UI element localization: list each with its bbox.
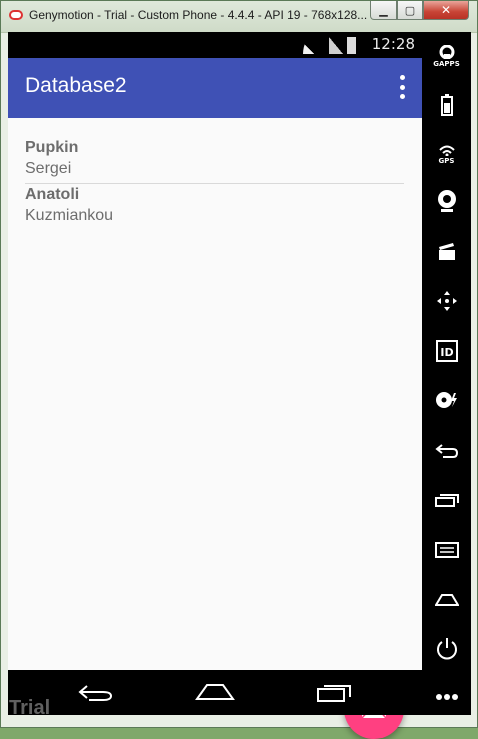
last-name: Sergei — [25, 160, 72, 177]
clapperboard-icon — [438, 243, 455, 260]
recent-tool-button[interactable] — [422, 482, 471, 518]
menu-tool-button[interactable] — [422, 532, 471, 568]
app-logo-icon — [9, 10, 23, 20]
home-tool-button[interactable] — [422, 582, 471, 618]
disk-io-button[interactable] — [422, 382, 471, 418]
battery-icon — [347, 37, 356, 54]
signal-icon — [329, 37, 343, 54]
genymotion-toolbar: GAPPS GPS ID — [422, 32, 471, 715]
power-icon — [436, 638, 457, 660]
webcam-button[interactable] — [422, 183, 471, 219]
first-name: Anatoli — [25, 186, 80, 203]
status-icons — [303, 36, 356, 54]
gps-button[interactable]: GPS — [422, 136, 471, 172]
more-options-button[interactable] — [422, 679, 471, 715]
menu-tool-icon — [434, 542, 459, 558]
list-item[interactable]: Anatoli Kuzmiankou — [25, 185, 404, 230]
gapps-button[interactable]: GAPPS — [422, 38, 471, 74]
recent-apps-icon — [317, 685, 351, 702]
overflow-menu-icon[interactable] — [399, 75, 405, 99]
back-icon — [78, 685, 113, 701]
gps-label: GPS — [438, 156, 455, 165]
minimize-button[interactable]: ▁ — [370, 1, 397, 20]
contact-list: Pupkin Sergei Anatoli Kuzmiankou — [8, 118, 422, 739]
power-button[interactable] — [422, 631, 471, 667]
app-title: Database2 — [25, 74, 127, 97]
screencast-button[interactable] — [422, 233, 471, 269]
home-button[interactable] — [195, 677, 235, 707]
back-button[interactable] — [75, 677, 115, 707]
nav-bar — [8, 670, 422, 715]
title-bar[interactable]: Genymotion - Trial - Custom Phone - 4.4.… — [1, 1, 477, 33]
webcam-icon — [437, 190, 456, 212]
window-title: Genymotion - Trial - Custom Phone - 4.4.… — [29, 8, 368, 22]
device-id-button[interactable]: ID — [422, 333, 471, 369]
app-bar: Database2 — [8, 58, 422, 118]
gapps-label: GAPPS — [433, 59, 460, 68]
back-tool-icon — [434, 444, 458, 458]
phone-screen: 12:28 Database2 Pupkin Sergei Anatoli Ku… — [8, 32, 422, 739]
remote-control-button[interactable] — [422, 283, 471, 319]
id-icon: ID — [435, 340, 458, 362]
list-item[interactable]: Pupkin Sergei — [25, 138, 404, 184]
more-dots-icon — [435, 694, 458, 700]
first-name: Pupkin — [25, 139, 79, 156]
trial-watermark: Trial — [9, 697, 51, 719]
back-tool-button[interactable] — [422, 433, 471, 469]
home-icon — [195, 684, 235, 700]
gps-icon — [438, 145, 455, 156]
id-label: ID — [440, 346, 453, 359]
close-button[interactable]: ✕ — [423, 1, 469, 20]
recent-tool-icon — [434, 494, 459, 507]
status-bar: 12:28 — [8, 32, 422, 58]
disk-icon — [435, 392, 457, 408]
emulator-window: Genymotion - Trial - Custom Phone - 4.4.… — [0, 0, 478, 739]
status-time: 12:28 — [371, 35, 415, 53]
battery-tool-icon — [440, 94, 453, 116]
wifi-icon — [303, 36, 325, 54]
recent-apps-button[interactable] — [315, 677, 355, 707]
move-arrows-icon — [436, 291, 457, 311]
home-tool-icon — [434, 594, 459, 606]
maximize-button[interactable]: ▢ — [397, 1, 423, 20]
gapps-icon — [439, 44, 454, 59]
battery-button[interactable] — [422, 87, 471, 123]
last-name: Kuzmiankou — [25, 207, 114, 224]
